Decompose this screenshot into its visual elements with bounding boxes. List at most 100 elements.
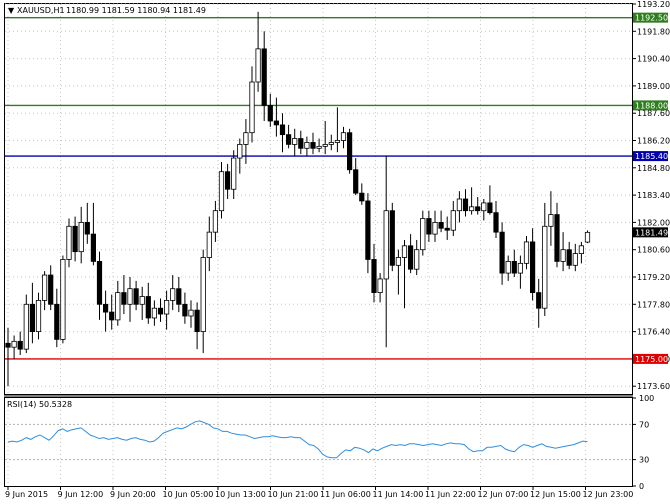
candle-body <box>407 245 414 270</box>
candle-body <box>176 288 182 305</box>
candle-body <box>353 169 359 194</box>
candle-body <box>536 292 542 309</box>
main-chart-frame <box>4 3 633 395</box>
candle-body <box>566 249 572 266</box>
candle-body <box>322 143 328 147</box>
candle-body <box>383 210 389 280</box>
time-axis: 9 Jun 2015 9 Jun 12:00 9 Jun 20:00 10 Jun 0… <box>5 486 633 499</box>
rsi-y-tick-label: 70 <box>639 420 649 429</box>
candle-body <box>109 311 115 321</box>
candle-body <box>60 259 66 340</box>
x-tick-label: 9 Jun 2015 <box>5 490 48 499</box>
candle-body <box>35 299 42 332</box>
candle-body <box>298 138 304 149</box>
candle-body <box>285 134 292 145</box>
rsi-frame <box>4 397 633 487</box>
y-tick-label: 1176.40 <box>637 328 670 337</box>
candle-body <box>523 241 530 264</box>
x-tick-label: 10 Jun 21:00 <box>268 490 319 499</box>
candle-body <box>90 233 96 262</box>
candle-body <box>493 212 499 233</box>
candle-body <box>505 260 511 274</box>
candle-body <box>163 299 170 315</box>
candle-body <box>432 221 438 235</box>
candle-body <box>475 206 481 212</box>
price-level-tag-label: 1192.50 <box>635 14 668 23</box>
x-tick-label: 12 Jun 15:00 <box>530 490 581 499</box>
candle-body <box>188 309 194 317</box>
chart-window[interactable]: 1193.20 1191.80 1190.40 1189.00 1187.60 1186.… <box>0 0 670 502</box>
level-price-labels: 1192.50 1188.00 1185.40 1175.00 1181.49 <box>633 12 668 364</box>
candle-body <box>572 253 578 266</box>
candle-body <box>438 221 444 229</box>
x-tick-label: 9 Jun 20:00 <box>110 490 156 499</box>
candle-body <box>371 259 377 294</box>
candle-body <box>395 257 402 266</box>
candle-body <box>261 48 267 106</box>
y-tick-label: 1183.40 <box>637 191 670 200</box>
candle-body <box>304 142 310 149</box>
candle-body <box>139 296 145 305</box>
rsi-y-tick-label: 0 <box>639 482 644 491</box>
candle-body <box>66 225 72 260</box>
candle-body <box>212 210 218 233</box>
candle-body <box>273 120 280 126</box>
candle-body <box>468 206 475 212</box>
candle-body <box>310 142 316 149</box>
candle-body <box>151 307 157 319</box>
candle-body <box>548 214 554 227</box>
candle-body <box>78 221 84 253</box>
candle-body <box>145 296 151 319</box>
y-tick-label: 1182.00 <box>637 218 670 227</box>
candle-body <box>29 303 36 332</box>
rsi-label: RSI(14) 50.5328 <box>7 400 72 409</box>
candle-body <box>72 225 78 253</box>
rsi-y-tick-label: 30 <box>639 456 649 465</box>
rsi-axis: 100 70 30 0 <box>632 394 654 491</box>
candle-body <box>487 202 493 214</box>
y-tick-label: 1189.00 <box>637 82 670 91</box>
candle-body <box>359 192 365 202</box>
candle-body <box>444 227 450 231</box>
y-tick-label: 1190.40 <box>637 55 670 64</box>
x-tick-label: 10 Jun 05:00 <box>163 490 214 499</box>
y-tick-label: 1184.80 <box>637 164 670 173</box>
candle-body <box>249 81 255 134</box>
candle-body <box>115 292 121 321</box>
candle-body <box>292 138 298 145</box>
y-tick-label: 1179.20 <box>637 273 670 282</box>
candle-body <box>96 260 103 305</box>
pane-separator[interactable] <box>4 395 633 397</box>
x-tick-label: 11 Jun 14:00 <box>373 490 424 499</box>
candle-body <box>121 292 127 305</box>
candle-body <box>560 249 566 262</box>
price-level-tag-label: 1175.00 <box>635 355 668 364</box>
y-tick-label: 1187.60 <box>637 109 670 118</box>
candle-body <box>200 257 206 332</box>
price-level-tag-label: 1188.00 <box>635 101 668 110</box>
y-tick-label: 1173.60 <box>637 382 670 391</box>
candle-body <box>450 210 456 231</box>
x-tick-label: 10 Jun 13:00 <box>215 490 266 499</box>
candle-body <box>456 198 463 212</box>
candle-body <box>42 274 48 301</box>
candle-body <box>511 260 517 274</box>
x-tick-label: 11 Jun 06:00 <box>320 490 371 499</box>
x-tick-label: 12 Jun 07:00 <box>478 490 529 499</box>
y-tick-label: 1191.80 <box>637 27 670 36</box>
ohlc-readout: 1180.99 1181.59 1180.94 1181.49 <box>66 6 206 15</box>
y-tick-label: 1186.20 <box>637 137 670 146</box>
candle-body <box>481 202 487 212</box>
candle-body <box>584 231 591 243</box>
symbol-label: XAUUSD,H1 <box>17 6 65 15</box>
header-arrow-icon[interactable]: ▼ <box>8 6 15 15</box>
candle-body <box>224 171 231 190</box>
y-tick-label: 1180.60 <box>637 246 670 255</box>
x-tick-label: 9 Jun 12:00 <box>58 490 104 499</box>
candle-body <box>5 342 11 348</box>
price-level-tag-label: 1185.40 <box>635 152 668 161</box>
candle-body <box>401 245 408 258</box>
current-price-label: 1181.49 <box>635 228 668 237</box>
candle-body <box>365 200 371 260</box>
candle-body <box>170 288 176 301</box>
